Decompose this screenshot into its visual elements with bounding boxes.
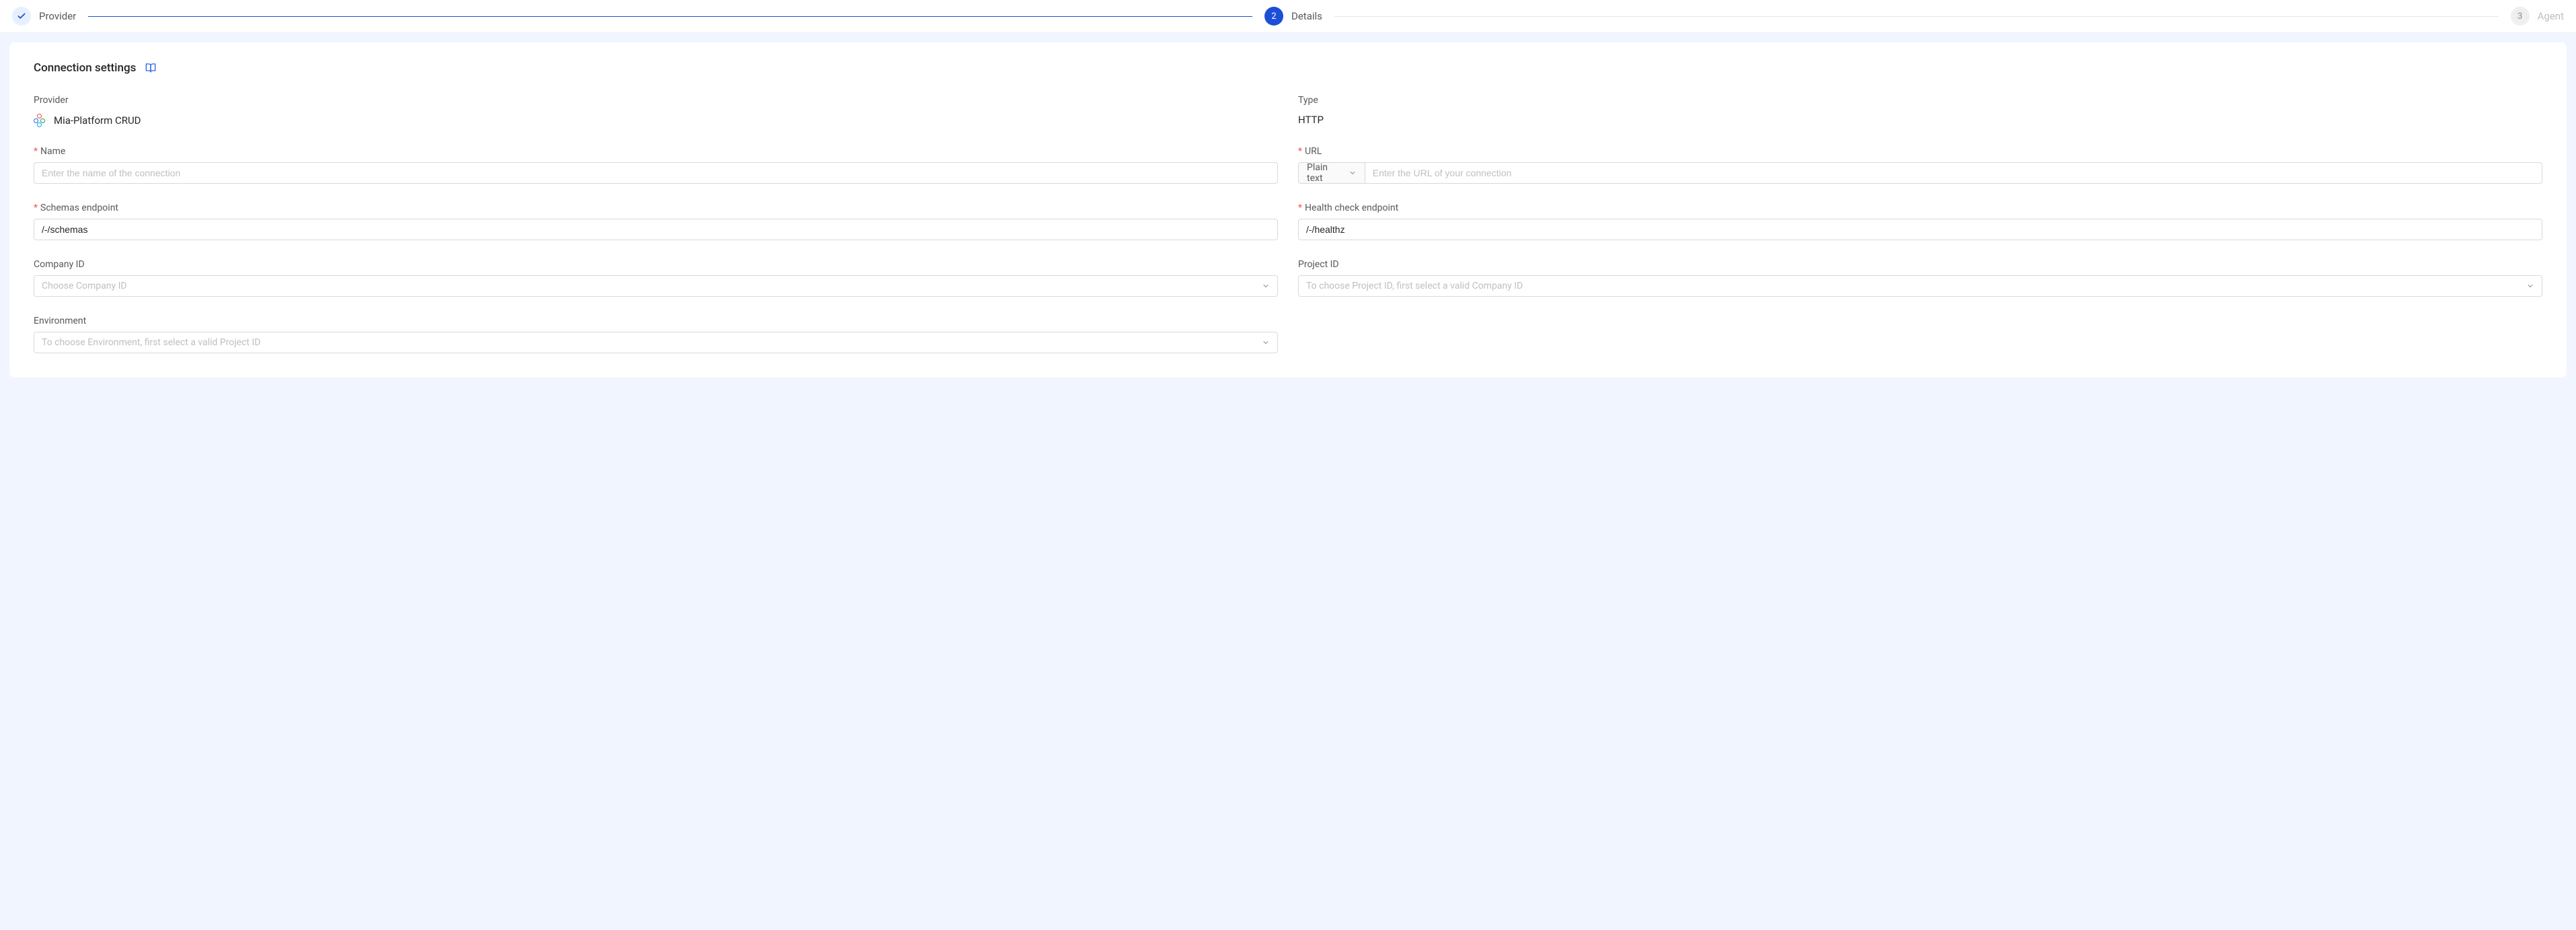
check-icon	[17, 11, 26, 21]
step-badge-details: 2	[1264, 7, 1283, 26]
name-input[interactable]	[34, 162, 1278, 184]
environment-select[interactable]: To choose Environment, first select a va…	[34, 332, 1278, 353]
chevron-down-icon	[2526, 282, 2534, 290]
company-id-select[interactable]: Choose Company ID	[34, 275, 1278, 297]
chevron-down-icon	[1262, 338, 1270, 347]
company-id-placeholder: Choose Company ID	[42, 281, 127, 291]
url-label: *URL	[1298, 146, 2542, 157]
provider-field: Provider Mia-Platform CRUD	[34, 95, 1278, 127]
project-id-field: Project ID To choose Project ID, first s…	[1298, 259, 2542, 297]
step-badge-agent: 3	[2511, 7, 2530, 26]
step-badge-provider	[12, 7, 31, 26]
provider-value: Mia-Platform CRUD	[54, 114, 141, 127]
health-check-endpoint-input[interactable]	[1298, 219, 2542, 240]
provider-label: Provider	[34, 95, 1278, 106]
health-check-endpoint-label: *Health check endpoint	[1298, 203, 2542, 213]
environment-label: Environment	[34, 316, 1278, 326]
url-type-selector[interactable]: Plain text	[1298, 162, 1365, 184]
name-label: *Name	[34, 146, 1278, 157]
step-connector-1	[88, 16, 1252, 17]
type-value: HTTP	[1298, 111, 2542, 126]
step-label-details: Details	[1291, 10, 1322, 22]
provider-value-row: Mia-Platform CRUD	[34, 111, 1278, 127]
panel-title: Connection settings	[34, 61, 136, 75]
project-id-select[interactable]: To choose Project ID, first select a val…	[1298, 275, 2542, 297]
health-check-endpoint-field: *Health check endpoint	[1298, 203, 2542, 240]
url-field: *URL Plain text	[1298, 146, 2542, 184]
chevron-down-icon	[1349, 169, 1357, 177]
url-input[interactable]	[1365, 162, 2542, 184]
step-provider[interactable]: Provider	[12, 7, 76, 26]
schemas-endpoint-field: *Schemas endpoint	[34, 203, 1278, 240]
project-id-placeholder: To choose Project ID, first select a val…	[1306, 281, 1523, 291]
url-addon-label: Plain text	[1307, 162, 1343, 184]
schemas-endpoint-label: *Schemas endpoint	[34, 203, 1278, 213]
step-label-provider: Provider	[39, 10, 76, 22]
url-input-group: Plain text	[1298, 162, 2542, 184]
step-details[interactable]: 2 Details	[1264, 7, 1322, 26]
schemas-endpoint-input[interactable]	[34, 219, 1278, 240]
project-id-label: Project ID	[1298, 259, 2542, 270]
form-grid: Provider Mia-Platform CRUD Type HTTP *Na…	[34, 95, 2542, 353]
company-id-field: Company ID Choose Company ID	[34, 259, 1278, 297]
book-icon[interactable]	[145, 63, 156, 73]
stepper: Provider 2 Details 3 Agent	[0, 0, 2576, 33]
connection-settings-panel: Connection settings Provider Mia-Platfor…	[9, 42, 2567, 378]
environment-field: Environment To choose Environment, first…	[34, 316, 1278, 353]
step-connector-2	[1334, 16, 2499, 17]
environment-placeholder: To choose Environment, first select a va…	[42, 337, 260, 348]
type-label: Type	[1298, 95, 2542, 106]
step-agent[interactable]: 3 Agent	[2511, 7, 2564, 26]
mia-platform-icon	[34, 114, 47, 127]
company-id-label: Company ID	[34, 259, 1278, 270]
type-field: Type HTTP	[1298, 95, 2542, 127]
step-label-agent: Agent	[2538, 10, 2564, 22]
chevron-down-icon	[1262, 282, 1270, 290]
panel-header: Connection settings	[34, 61, 2542, 75]
name-field: *Name	[34, 146, 1278, 184]
